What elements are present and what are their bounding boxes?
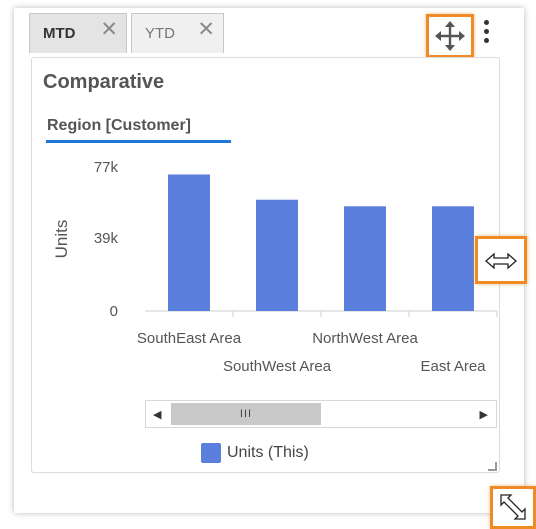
legend-swatch: [201, 443, 221, 463]
scrollbar-thumb[interactable]: III: [171, 403, 321, 425]
x-tick-label: East Area: [420, 358, 486, 375]
y-tick-label: 39k: [94, 230, 119, 247]
diagonal-resize-icon[interactable]: [497, 491, 529, 523]
y-axis-title: Units: [52, 220, 71, 259]
scroll-right-icon[interactable]: ▶: [480, 408, 488, 421]
panel-resize-grip[interactable]: [488, 462, 497, 471]
x-tick-label: SouthWest Area: [223, 358, 332, 375]
horizontal-resize-icon[interactable]: [484, 250, 518, 272]
bar-southwest-area[interactable]: [256, 199, 298, 311]
bar-southeast-area[interactable]: [168, 174, 210, 311]
chart-legend[interactable]: Units (This): [201, 443, 309, 463]
chart-scrollbar[interactable]: ◀ III ▶: [145, 400, 497, 428]
bar-northwest-area[interactable]: [344, 206, 386, 311]
x-tick-label: NorthWest Area: [312, 330, 418, 347]
legend-label: Units (This): [227, 444, 309, 461]
bar-east-area[interactable]: [432, 206, 474, 311]
x-tick-label: SouthEast Area: [137, 330, 242, 347]
y-tick-label: 77k: [94, 159, 119, 176]
scroll-left-icon[interactable]: ◀: [153, 408, 161, 421]
y-tick-label: 0: [110, 303, 118, 320]
